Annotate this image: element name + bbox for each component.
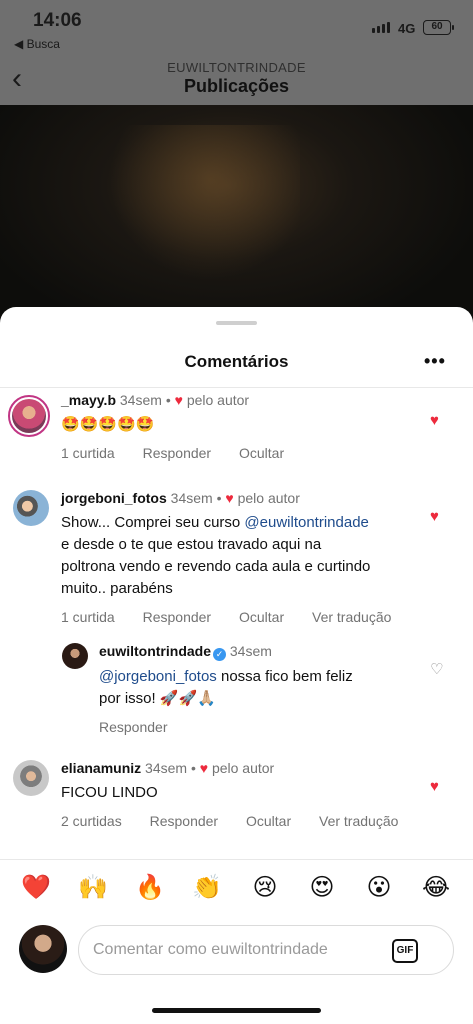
comment-time: 34sem bbox=[229, 643, 272, 659]
current-user-avatar bbox=[19, 925, 67, 973]
author-liked-icon: ♥ bbox=[199, 760, 209, 776]
reaction-cry-icon[interactable]: 😢 bbox=[247, 870, 283, 906]
comment-composer[interactable]: GIF bbox=[78, 925, 454, 975]
heart-icon[interactable]: ♥ bbox=[430, 779, 439, 794]
reaction-clap-icon[interactable]: 👏 bbox=[189, 870, 225, 906]
page-title: Publicações bbox=[183, 76, 290, 96]
back-to-app-link[interactable]: ◀ Busca bbox=[14, 37, 60, 51]
sheet-drag-handle[interactable] bbox=[216, 321, 257, 325]
reaction-heart-eyes-icon[interactable]: 😍 bbox=[304, 870, 340, 906]
author-liked-icon: ♥ bbox=[174, 392, 183, 408]
reply-button[interactable]: Responder bbox=[150, 813, 219, 829]
comment-username[interactable]: elianamuniz bbox=[61, 760, 141, 776]
avatar[interactable] bbox=[13, 760, 49, 796]
status-bar: 14:06 ◀ Busca 4G 60 bbox=[0, 0, 473, 56]
comment-username[interactable]: _mayy.b bbox=[61, 392, 116, 408]
network-type: 4G bbox=[398, 21, 416, 36]
comment-text: @jorgeboni_fotos nossa fico bem feliz po… bbox=[99, 668, 353, 707]
likes-count[interactable]: 1 curtida bbox=[61, 609, 115, 625]
comment-body: elianamuniz 34sem • ♥ pelo autor FICOU L… bbox=[61, 759, 422, 829]
profile-username: EUWILTONTRINDADE bbox=[167, 60, 306, 75]
reaction-laugh-icon[interactable]: 😂 bbox=[418, 870, 454, 906]
heart-icon[interactable]: ♥ bbox=[430, 509, 439, 524]
comment-body: euwiltontrindade ✓ 34sem @jorgeboni_fotos… bbox=[99, 642, 353, 735]
status-time: 14:06 bbox=[33, 10, 82, 31]
likes-count[interactable]: 1 curtida bbox=[61, 445, 115, 461]
translate-button[interactable]: Ver tradução bbox=[312, 609, 391, 625]
sheet-title: Comentários bbox=[184, 352, 289, 371]
reply-button[interactable]: Responder bbox=[143, 609, 212, 625]
comment-body: jorgeboni_fotos 34sem • ♥ pelo autor Sho… bbox=[61, 489, 415, 625]
avatar[interactable] bbox=[62, 643, 88, 669]
likes-count[interactable]: 2 curtidas bbox=[61, 813, 122, 829]
header-divider bbox=[0, 387, 473, 388]
hide-button[interactable]: Ocultar bbox=[239, 609, 284, 625]
quick-reactions-bar: ❤️ 🙌 🔥 👏 😢 😍 😮 😂 bbox=[0, 870, 473, 910]
comment-username[interactable]: jorgeboni_fotos bbox=[61, 490, 167, 506]
translate-button[interactable]: Ver tradução bbox=[319, 813, 398, 829]
author-liked-label: pelo autor bbox=[211, 760, 275, 776]
heart-icon[interactable]: ♥ bbox=[430, 413, 439, 428]
background-post-screen: 14:06 ◀ Busca 4G 60 ‹ EUWILTONTRINDADE P… bbox=[0, 0, 473, 330]
reply-button[interactable]: Responder bbox=[99, 719, 168, 735]
reaction-raised-hands-icon[interactable]: 🙌 bbox=[75, 870, 111, 906]
author-liked-label: pelo autor bbox=[186, 392, 250, 408]
heart-outline-icon[interactable]: ♡ bbox=[430, 662, 443, 677]
hide-button[interactable]: Ocultar bbox=[246, 813, 291, 829]
reaction-heart-icon[interactable]: ❤️ bbox=[18, 870, 54, 906]
reply-button[interactable]: Responder bbox=[143, 445, 212, 461]
more-options-icon[interactable]: ••• bbox=[424, 351, 446, 372]
comment-time: 34sem bbox=[170, 490, 213, 506]
hide-button[interactable]: Ocultar bbox=[239, 445, 284, 461]
comment-text: Show... Comprei seu curso @euwiltontrind… bbox=[61, 514, 371, 597]
author-liked-label: pelo autor bbox=[237, 490, 300, 506]
reaction-fire-icon[interactable]: 🔥 bbox=[132, 870, 168, 906]
reaction-divider bbox=[0, 859, 473, 860]
comment-body: _mayy.b 34sem • ♥ pelo autor 🤩🤩🤩🤩🤩 1 cur… bbox=[61, 391, 308, 461]
comment-input[interactable] bbox=[93, 938, 383, 962]
comment-time: 34sem bbox=[145, 760, 188, 776]
gif-button[interactable]: GIF bbox=[392, 939, 418, 963]
mention-link[interactable]: @jorgeboni_fotos bbox=[99, 668, 217, 685]
home-indicator[interactable] bbox=[152, 1008, 321, 1013]
post-photo bbox=[0, 105, 473, 330]
mention-link[interactable]: @euwiltontrindade bbox=[244, 514, 368, 531]
comments-sheet: Comentários ••• _mayy.b 34sem • ♥ pelo a… bbox=[0, 307, 473, 1024]
comment-time: 34sem bbox=[119, 392, 162, 408]
reaction-surprised-icon[interactable]: 😮 bbox=[361, 870, 397, 906]
avatar[interactable] bbox=[8, 395, 50, 437]
comment-username[interactable]: euwiltontrindade bbox=[99, 643, 211, 659]
signal-icon bbox=[372, 22, 390, 33]
author-liked-icon: ♥ bbox=[225, 490, 234, 506]
comment-text: 🤩🤩🤩🤩🤩 bbox=[61, 416, 155, 433]
battery-icon: 60 bbox=[423, 20, 454, 35]
verified-badge-icon: ✓ bbox=[213, 648, 226, 661]
avatar[interactable] bbox=[13, 490, 49, 526]
comment-text: FICOU LINDO bbox=[61, 784, 158, 801]
